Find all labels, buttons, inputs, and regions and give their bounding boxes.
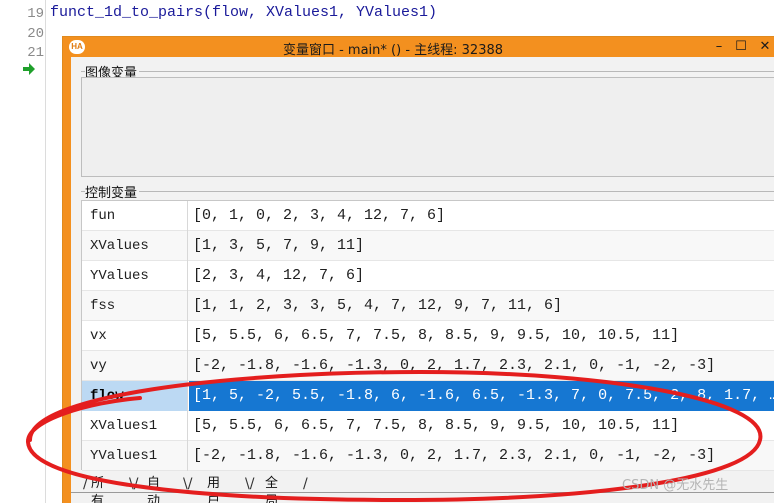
table-row[interactable]: YValues1 [-2, -1.8, -1.6, -1.3, 0, 2, 1.… [82,441,774,471]
var-name: flow [82,381,188,411]
table-row[interactable]: XValues [1, 3, 5, 7, 9, 11] [82,231,774,261]
var-value: [1, 5, -2, 5.5, -1.8, 6, -1.6, 6.5, -1.3… [189,381,774,411]
var-value: [1, 1, 2, 3, 3, 5, 4, 7, 12, 9, 7, 11, 6… [193,297,563,314]
table-row[interactable]: fun [0, 1, 0, 2, 3, 4, 12, 7, 6] [82,201,774,231]
var-name: YValues1 [82,441,188,471]
table-row[interactable]: fss [1, 1, 2, 3, 3, 5, 4, 7, 12, 9, 7, 1… [82,291,774,321]
tab-separator: \/ [245,476,255,492]
table-row-selected[interactable]: flow [1, 5, -2, 5.5, -1.8, 6, -1.6, 6.5,… [82,381,774,411]
variable-window: HA 变量窗口 - main* () - 主线程: 32388 – ☐ ✕ 图像… [62,36,774,503]
csdn-watermark: CSDN @无水先生 [622,478,729,493]
tab-user[interactable]: 用户 [207,475,220,503]
control-vars-label: 控制变量 [85,182,140,201]
var-name: vx [82,321,188,351]
var-name: YValues [82,261,188,291]
var-name: XValues [82,231,188,261]
var-value: [5, 5.5, 6, 6.5, 7, 7.5, 8, 8.5, 9, 9.5,… [193,417,680,434]
var-value: [1, 3, 5, 7, 9, 11] [193,237,365,254]
tab-global[interactable]: 全局 [265,475,278,503]
tab-separator: / [83,476,88,492]
control-vars-table[interactable]: fun [0, 1, 0, 2, 3, 4, 12, 7, 6] XValues… [81,200,774,471]
table-row[interactable]: vx [5, 5.5, 6, 6.5, 7, 7.5, 8, 8.5, 9, 9… [82,321,774,351]
close-button[interactable]: ✕ [756,39,774,55]
tab-separator: \/ [129,476,139,492]
var-name: XValues1 [82,411,188,441]
table-row[interactable]: XValues1 [5, 5.5, 6, 6.5, 7, 7.5, 8, 8.5… [82,411,774,441]
gutter-divider [45,0,46,503]
group-divider [81,191,774,192]
code-line[interactable]: funct_1d_to_pairs(flow, XValues1, YValue… [50,4,437,21]
line-number: 21 [27,45,44,61]
var-value: [5, 5.5, 6, 6.5, 7, 7.5, 8, 8.5, 9, 9.5,… [193,327,680,344]
window-title: 变量窗口 - main* () - 主线程: 32388 [282,43,504,58]
line-gutter: 19 20 21 [0,0,46,503]
var-name: fss [82,291,188,321]
table-row[interactable]: vy [-2, -1.8, -1.6, -1.3, 0, 2, 1.7, 2.3… [82,351,774,381]
line-number: 20 [27,26,44,42]
var-value: [-2, -1.8, -1.6, -1.3, 0, 2, 1.7, 2.3, 2… [193,447,716,464]
var-value: [-2, -1.8, -1.6, -1.3, 0, 2, 1.7, 2.3, 2… [193,357,716,374]
line-number: 19 [27,6,44,22]
tab-separator: \/ [183,476,193,492]
current-line-arrow-icon [23,63,35,75]
image-vars-area[interactable] [81,77,774,177]
maximize-button[interactable]: ☐ [732,39,750,55]
group-divider [81,71,774,72]
tab-auto[interactable]: 自动 [147,475,160,503]
tab-all[interactable]: 所有 [91,475,104,503]
var-value: [2, 3, 4, 12, 7, 6] [193,267,365,284]
var-value: [0, 1, 0, 2, 3, 4, 12, 7, 6] [193,207,446,224]
window-body: 图像变量 控制变量 fun [0, 1, 0, 2, 3, 4, 12, 7, … [63,57,774,503]
tab-separator: / [303,476,308,492]
var-name: vy [82,351,188,381]
var-name: fun [82,201,188,231]
table-row[interactable]: YValues [2, 3, 4, 12, 7, 6] [82,261,774,291]
minimize-button[interactable]: – [710,39,728,55]
window-titlebar[interactable]: HA 变量窗口 - main* () - 主线程: 32388 – ☐ ✕ [63,37,774,58]
